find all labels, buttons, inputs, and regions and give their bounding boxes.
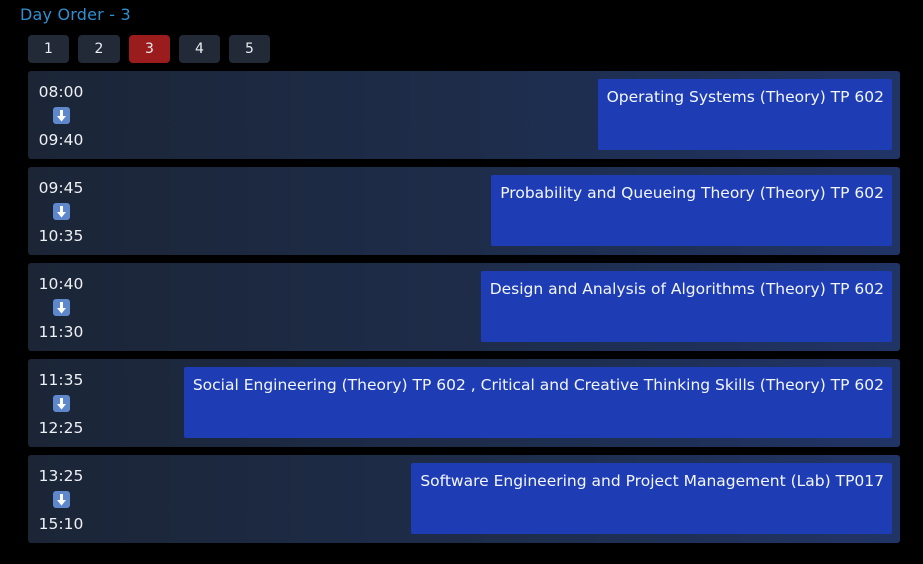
day-order-tabs: 1 2 3 4 5: [28, 35, 270, 63]
timetable-page: Day Order - 3 1 2 3 4 5 08:00 09:40 Oper…: [0, 0, 923, 564]
time-slot: 11:35 12:25: [28, 368, 94, 440]
down-arrow-icon: [52, 299, 70, 316]
time-slot: 13:25 15:10: [28, 464, 94, 536]
schedule-row: 09:45 10:35 Probability and Queueing The…: [28, 167, 900, 255]
day-order-title: Day Order - 3: [20, 5, 131, 24]
down-arrow-icon: [52, 491, 70, 508]
start-time: 13:25: [38, 467, 84, 485]
schedule-list: 08:00 09:40 Operating Systems (Theory) T…: [28, 71, 900, 551]
down-arrow-icon: [52, 203, 70, 220]
start-time: 08:00: [38, 83, 84, 101]
start-time: 10:40: [38, 275, 84, 293]
time-slot: 08:00 09:40: [28, 80, 94, 152]
day-tab-4[interactable]: 4: [179, 35, 220, 63]
subject-card[interactable]: Software Engineering and Project Managem…: [411, 463, 892, 534]
end-time: 11:30: [38, 323, 84, 341]
subject-card[interactable]: Probability and Queueing Theory (Theory)…: [491, 175, 892, 246]
subject-card[interactable]: Operating Systems (Theory) TP 602: [597, 79, 892, 150]
subject-card[interactable]: Design and Analysis of Algorithms (Theor…: [480, 271, 892, 342]
end-time: 09:40: [38, 131, 84, 149]
schedule-row: 10:40 11:30 Design and Analysis of Algor…: [28, 263, 900, 351]
start-time: 09:45: [38, 179, 84, 197]
time-slot: 10:40 11:30: [28, 272, 94, 344]
schedule-row: 08:00 09:40 Operating Systems (Theory) T…: [28, 71, 900, 159]
day-tab-3[interactable]: 3: [129, 35, 170, 63]
time-slot: 09:45 10:35: [28, 176, 94, 248]
day-tab-5[interactable]: 5: [229, 35, 270, 63]
day-tab-2[interactable]: 2: [78, 35, 120, 63]
start-time: 11:35: [38, 371, 84, 389]
day-tab-1[interactable]: 1: [28, 35, 69, 63]
down-arrow-icon: [52, 395, 70, 412]
schedule-row: 11:35 12:25 Social Engineering (Theory) …: [28, 359, 900, 447]
schedule-row: 13:25 15:10 Software Engineering and Pro…: [28, 455, 900, 543]
end-time: 15:10: [38, 515, 84, 533]
subject-card[interactable]: Social Engineering (Theory) TP 602 , Cri…: [183, 367, 892, 438]
end-time: 10:35: [38, 227, 84, 245]
end-time: 12:25: [38, 419, 84, 437]
down-arrow-icon: [52, 107, 70, 124]
